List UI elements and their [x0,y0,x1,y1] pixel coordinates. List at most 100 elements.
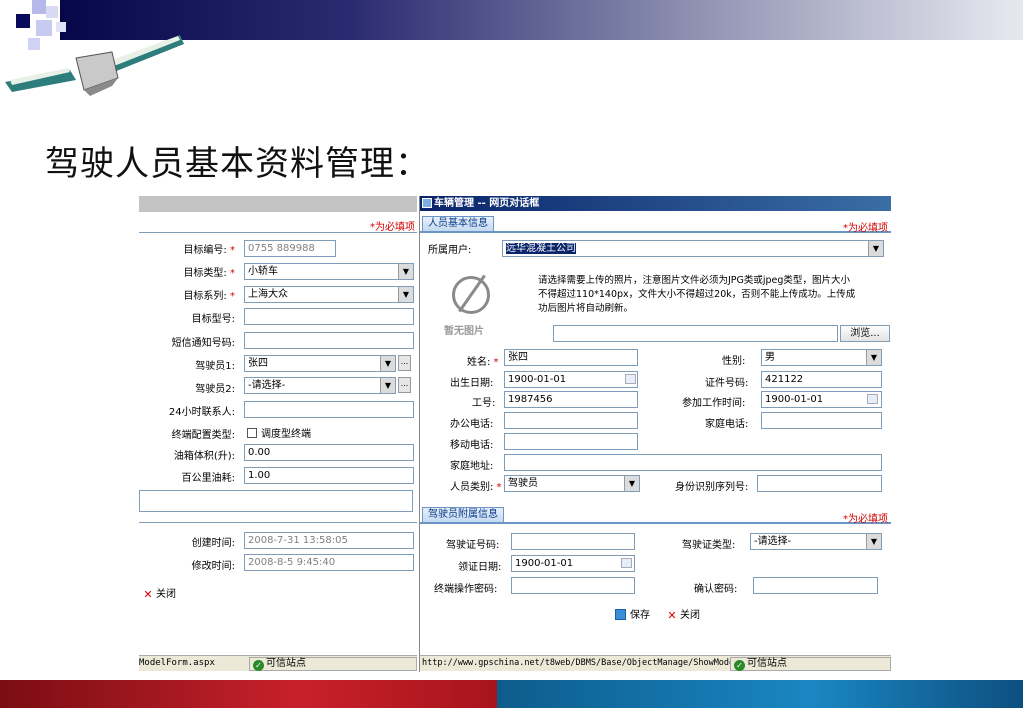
created-time-label: 创建时间: [191,538,235,549]
target-number-input[interactable]: 0755 889988 [244,240,336,257]
terminal-type-checkbox[interactable]: 调度型终端 [247,425,311,440]
status-zone: ✓ 可信站点 [249,657,417,671]
target-series-select[interactable]: 上海大众 ▼ [244,286,414,303]
home-phone-label: 家庭电话: [705,419,749,430]
driver2-picker-button[interactable]: ... [398,377,411,393]
modified-time-value: 2008-8-5 9:45:40 [244,554,414,571]
chevron-down-icon[interactable]: ▼ [866,350,881,365]
birth-date-input[interactable]: 1900-01-01 [504,371,638,388]
home-phone-input[interactable] [761,412,882,429]
slide-bottom-bar-red [0,680,497,708]
close-button[interactable]: ✕ 关闭 [143,585,176,600]
contact-24h-label: 24小时联系人: [168,407,235,418]
close-icon: ✕ [667,609,677,622]
terminal-password-input[interactable] [511,577,635,594]
mobile-input[interactable] [504,433,638,450]
modified-time-label: 修改时间: [191,561,235,572]
driver1-select[interactable]: 张四 ▼ [244,355,396,372]
target-number-label: 目标编号: * [183,245,235,256]
chevron-down-icon[interactable]: ▼ [398,264,413,279]
left-window-header [139,196,417,212]
work-number-input[interactable]: 1987456 [504,391,638,408]
terminal-password-label: 终端操作密码: [434,584,498,595]
required-note: *为必填项 [843,223,888,234]
name-label: 姓名: * [467,357,499,368]
browse-button[interactable]: 浏览... [840,325,890,342]
confirm-password-input[interactable] [753,577,878,594]
tab-driver-info[interactable]: 驾驶员附属信息 [422,507,504,522]
remarks-textarea[interactable] [139,490,413,512]
status-zone: ✓ 可信站点 [730,657,891,671]
chevron-down-icon[interactable]: ▼ [868,241,883,256]
dialog-close-button[interactable]: ✕ 关闭 [667,606,700,621]
divider [139,232,417,233]
office-phone-label: 办公电话: [450,419,494,430]
mobile-label: 移动电话: [450,440,494,451]
left-status-bar: ModelForm.aspx ✓ 可信站点 [139,655,417,671]
photo-placeholder-text: 暂无图片 [444,326,484,337]
status-url: http://www.gpschina.net/t8web/DBMS/Base/… [422,658,740,668]
calendar-icon[interactable] [625,374,636,384]
created-time-value: 2008-7-31 13:58:05 [244,532,414,549]
target-model-input[interactable] [244,308,414,325]
id-number-input[interactable]: 421122 [761,371,882,388]
driver2-label: 驾驶员2: [195,384,235,395]
close-icon: ✕ [143,588,153,601]
fuel-consumption-input[interactable]: 1.00 [244,467,414,484]
check-circle-icon: ✓ [734,660,745,671]
target-type-select[interactable]: 小轿车 ▼ [244,263,414,280]
check-circle-icon: ✓ [253,660,264,671]
id-number-label: 证件号码: [705,378,749,389]
save-button[interactable]: 保存 [615,606,650,621]
upload-instructions: 请选择需要上传的照片，注意图片文件必须为JPG类或jpeg类型，图片大小不得超过… [538,275,856,314]
target-model-label: 目标型号: [191,314,235,325]
owner-select[interactable]: 远华混凝土公司 ▼ [502,240,884,257]
divider [139,522,417,523]
tank-volume-input[interactable]: 0.00 [244,444,414,461]
join-date-input[interactable]: 1900-01-01 [761,391,882,408]
name-input[interactable]: 张四 [504,349,638,366]
chevron-down-icon[interactable]: ▼ [380,356,395,371]
sms-number-label: 短信通知号码: [171,338,235,349]
window-icon [422,198,432,208]
tab-underline [420,522,891,524]
license-number-input[interactable] [511,533,635,550]
target-type-label: 目标类型: * [183,268,235,279]
photo-file-input[interactable] [553,325,838,342]
person-type-select[interactable]: 驾驶员 ▼ [504,475,640,492]
license-date-label: 领证日期: [458,562,502,573]
save-icon [615,609,626,620]
person-type-label: 人员类别: * [450,482,502,493]
slide-top-bar [60,0,1023,40]
calendar-icon[interactable] [621,558,632,568]
license-number-label: 驾驶证号码: [446,540,500,551]
driver1-picker-button[interactable]: ... [398,355,411,371]
confirm-password-label: 确认密码: [694,584,738,595]
gender-select[interactable]: 男 ▼ [761,349,882,366]
id-sequence-label: 身份识别序列号: [675,482,749,493]
address-input[interactable] [504,454,882,471]
contact-24h-input[interactable] [244,401,414,418]
chevron-down-icon[interactable]: ▼ [398,287,413,302]
calendar-icon[interactable] [867,394,878,404]
driver-dialog-window: 车辆管理 -- 网页对话框 人员基本信息 *为必填项 所属用户: 远华混凝土公司… [419,196,891,672]
required-note: *为必填项 [370,222,415,233]
license-date-input[interactable]: 1900-01-01 [511,555,635,572]
office-phone-input[interactable] [504,412,638,429]
chevron-down-icon[interactable]: ▼ [380,378,395,393]
chevron-down-icon[interactable]: ▼ [624,476,639,491]
driver1-label: 驾驶员1: [195,361,235,372]
license-type-label: 驾驶证类型: [682,540,736,551]
driver2-select[interactable]: -请选择- ▼ [244,377,396,394]
sms-number-input[interactable] [244,332,414,349]
address-label: 家庭地址: [450,461,494,472]
owner-label: 所属用户: [428,245,472,256]
license-type-select[interactable]: -请选择- ▼ [750,533,882,550]
id-sequence-input[interactable] [757,475,882,492]
slide-title: 驾驶人员基本资料管理： [45,144,430,184]
work-number-label: 工号: [472,398,496,409]
tab-underline [420,231,891,233]
tab-basic-info[interactable]: 人员基本信息 [422,216,494,231]
chevron-down-icon[interactable]: ▼ [866,534,881,549]
satellite-icon [5,35,184,96]
